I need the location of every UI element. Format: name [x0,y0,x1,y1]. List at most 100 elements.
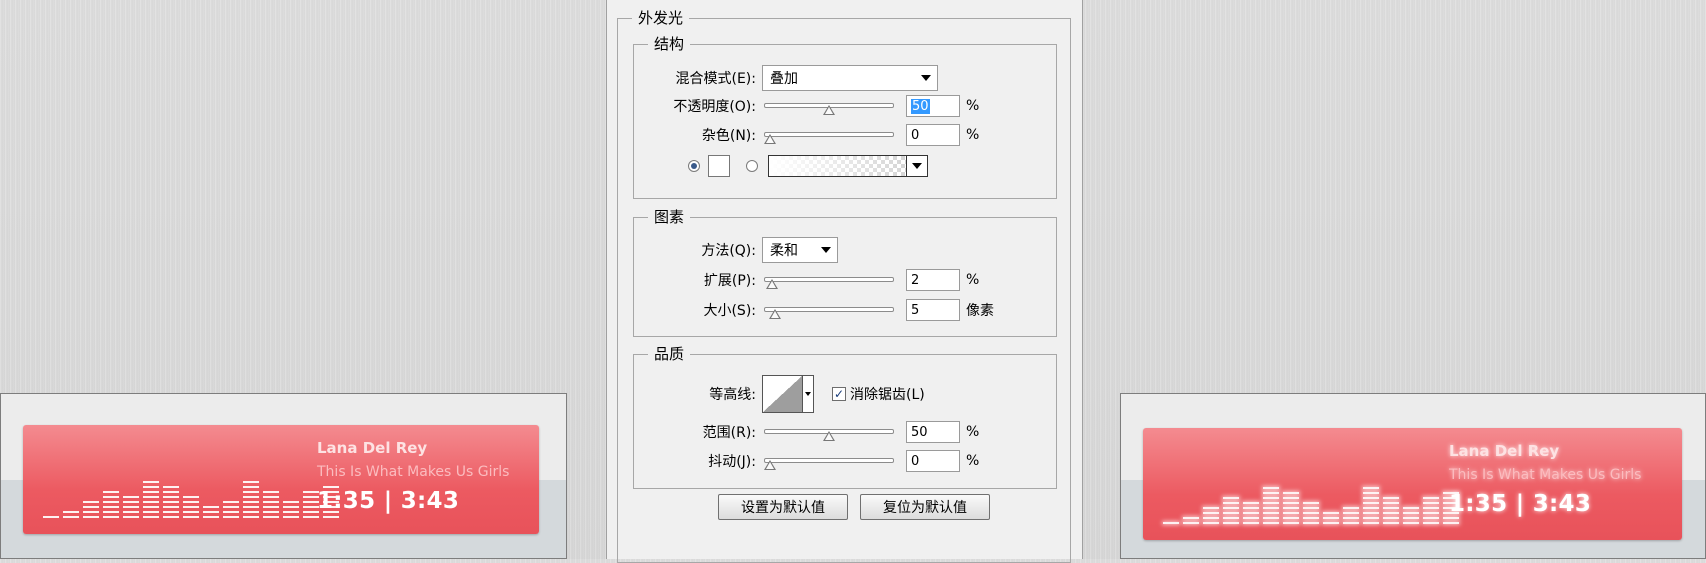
playback-time: 1:35 | 3:43 [317,488,460,514]
chevron-down-icon [821,247,831,253]
blend-mode-select[interactable]: 叠加 [762,65,938,91]
jitter-unit: % [966,453,980,469]
outer-glow-group: 外发光 结构 混合模式(E): 叠加 不透明度(O): 50 % 杂色(N): … [617,9,1071,563]
equalizer-bar [83,501,99,518]
slider-thumb-icon[interactable] [823,431,835,441]
checkmark-icon: ✓ [833,387,845,401]
outer-glow-dialog: 外发光 结构 混合模式(E): 叠加 不透明度(O): 50 % 杂色(N): … [606,0,1083,563]
equalizer-bar [1343,507,1359,524]
equalizer-bar [1383,497,1399,524]
music-player-card: Lana Del Rey This Is What Makes Us Girls… [23,425,539,534]
blend-mode-value: 叠加 [770,71,798,87]
equalizer-bar [203,506,219,518]
song-title: This Is What Makes Us Girls [317,464,510,480]
spread-slider[interactable] [764,273,894,289]
slider-thumb-icon[interactable] [823,105,835,115]
gradient-picker[interactable] [768,155,928,177]
equalizer-bar [283,501,299,518]
elements-legend: 图素 [648,208,691,226]
equalizer-bar [163,486,179,518]
size-input[interactable]: 5 [906,299,960,321]
equalizer-visualizer [43,450,339,518]
equalizer-bar [1263,487,1279,524]
equalizer-bar [243,481,259,518]
equalizer-bar [1363,487,1379,524]
equalizer-bar [1183,517,1199,524]
range-label: 范围(R): [702,425,756,441]
size-slider[interactable] [764,303,894,319]
equalizer-bar [1203,507,1219,524]
slider-thumb-icon[interactable] [766,279,779,289]
equalizer-bar [143,481,159,518]
chevron-down-icon [921,75,931,81]
spread-label: 扩展(P): [703,273,756,289]
equalizer-bar [63,511,79,518]
quality-legend: 品质 [648,345,691,363]
antialias-label: 消除锯齿(L) [850,387,925,403]
jitter-label: 抖动(J): [708,454,756,470]
antialias-checkbox[interactable]: ✓ [832,387,846,401]
elements-group: 图素 方法(Q): 柔和 扩展(P): 2 % 大小(S): 5 像素 [633,208,1057,337]
equalizer-bar [1243,502,1259,524]
make-default-button[interactable]: 设置为默认值 [718,494,848,520]
noise-slider[interactable] [764,128,894,144]
opacity-slider[interactable] [764,99,894,115]
size-label: 大小(S): [703,303,756,319]
spread-unit: % [966,272,980,288]
equalizer-bar [223,501,239,518]
opacity-unit: % [966,98,980,114]
range-input[interactable]: 50 [906,421,960,443]
player-preview-after: Lana Del Rey This Is What Makes Us Girls… [1120,393,1706,559]
equalizer-bar [1403,507,1419,524]
opacity-input[interactable]: 50 [906,95,960,117]
spread-input[interactable]: 2 [906,269,960,291]
chevron-down-icon [805,392,811,396]
equalizer-visualizer [1163,456,1459,524]
artist-name: Lana Del Rey [317,439,428,457]
contour-curve-icon [763,376,803,412]
structure-group: 结构 混合模式(E): 叠加 不透明度(O): 50 % 杂色(N): 0 % [633,35,1057,199]
section-title: 外发光 [632,9,690,27]
equalizer-bar [263,491,279,518]
contour-label: 等高线: [709,387,756,403]
solid-color-radio[interactable] [688,160,700,172]
equalizer-bar [1423,497,1439,524]
slider-thumb-icon[interactable] [764,460,776,470]
equalizer-bar [43,516,59,518]
equalizer-bar [1163,522,1179,524]
opacity-label: 不透明度(O): [673,99,756,115]
slider-thumb-icon[interactable] [764,134,776,144]
technique-select[interactable]: 柔和 [762,237,838,263]
equalizer-bar [1303,502,1319,524]
reset-default-button[interactable]: 复位为默认值 [860,494,990,520]
noise-unit: % [966,127,980,143]
jitter-slider[interactable] [764,454,894,470]
equalizer-bar [1283,492,1299,524]
equalizer-bar [1223,497,1239,524]
blend-mode-label: 混合模式(E): [675,71,757,87]
technique-label: 方法(Q): [701,243,756,259]
equalizer-bar [123,496,139,518]
slider-thumb-icon[interactable] [768,309,781,319]
technique-value: 柔和 [770,243,798,259]
noise-label: 杂色(N): [701,128,756,144]
contour-picker[interactable] [762,375,814,413]
noise-input[interactable]: 0 [906,124,960,146]
playback-time: 1:35 | 3:43 [1449,491,1592,517]
equalizer-bar [1323,512,1339,524]
jitter-input[interactable]: 0 [906,450,960,472]
equalizer-bar [183,496,199,518]
music-player-card-glow: Lana Del Rey This Is What Makes Us Girls… [1143,428,1682,540]
player-preview-before: Lana Del Rey This Is What Makes Us Girls… [0,393,567,559]
song-title: This Is What Makes Us Girls [1449,467,1642,483]
quality-group: 品质 等高线: ✓ 消除锯齿(L) 范围(R): 50 % 抖动(J): 0 % [633,345,1057,489]
range-unit: % [966,424,980,440]
chevron-down-icon [912,163,922,169]
gradient-radio[interactable] [746,160,758,172]
equalizer-bar [103,491,119,518]
artist-name: Lana Del Rey [1449,442,1560,460]
size-unit: 像素 [966,303,994,319]
structure-legend: 结构 [648,35,691,53]
range-slider[interactable] [764,425,894,441]
glow-color-swatch[interactable] [708,155,730,177]
